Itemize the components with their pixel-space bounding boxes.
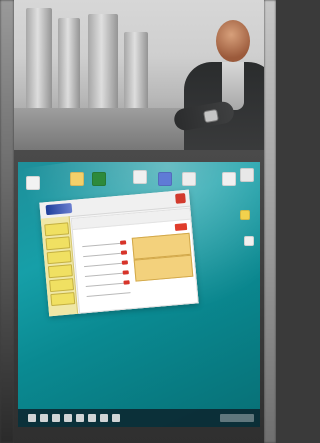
app-icon[interactable] xyxy=(112,414,120,422)
start-icon[interactable] xyxy=(28,414,36,422)
machine-column xyxy=(26,8,52,120)
search-icon[interactable] xyxy=(40,414,48,422)
menu-button[interactable] xyxy=(44,222,70,237)
indicator-dot xyxy=(119,240,127,245)
menu-button[interactable] xyxy=(45,236,71,251)
app-content xyxy=(70,207,199,314)
desktop-folder-icon[interactable] xyxy=(70,172,84,186)
wristwatch xyxy=(203,108,219,124)
indicator-dot xyxy=(122,270,129,275)
form-line xyxy=(86,292,131,297)
indicator-dot xyxy=(121,260,129,265)
machine-column xyxy=(88,14,118,118)
desktop-file-icon[interactable] xyxy=(244,236,254,246)
indicator-dot xyxy=(120,250,128,255)
app-window[interactable] xyxy=(39,189,199,317)
menu-button[interactable] xyxy=(46,250,72,265)
app-logo xyxy=(45,202,73,216)
person-head xyxy=(216,20,250,62)
machine-column xyxy=(58,18,80,114)
desktop-shortcut-icon[interactable] xyxy=(158,172,172,186)
desktop-app-icon[interactable] xyxy=(240,168,254,182)
task-view-icon[interactable] xyxy=(52,414,60,422)
desktop-file-icon[interactable] xyxy=(26,176,40,190)
left-blur-edge xyxy=(0,0,14,443)
indicator-dot xyxy=(123,280,130,285)
status-panel xyxy=(133,254,194,282)
desktop-text-icon[interactable] xyxy=(182,172,196,186)
desktop-app-icon[interactable] xyxy=(92,172,106,186)
laptop-screen xyxy=(18,162,260,427)
right-blur-edge xyxy=(264,0,276,443)
red-action-button[interactable] xyxy=(174,222,188,232)
machine-column xyxy=(124,32,148,112)
desktop-folder-icon[interactable] xyxy=(240,210,250,220)
menu-button[interactable] xyxy=(47,264,73,279)
taskbar xyxy=(18,409,260,427)
mail-icon[interactable] xyxy=(88,414,96,422)
system-tray[interactable] xyxy=(220,414,254,422)
file-explorer-icon[interactable] xyxy=(64,414,72,422)
person xyxy=(164,10,264,160)
desktop-app-icon[interactable] xyxy=(222,172,236,186)
menu-button[interactable] xyxy=(50,292,76,307)
photo-scene xyxy=(0,0,276,443)
close-button[interactable] xyxy=(175,193,186,204)
factory-background xyxy=(14,0,264,160)
store-icon[interactable] xyxy=(100,414,108,422)
browser-icon[interactable] xyxy=(76,414,84,422)
menu-button[interactable] xyxy=(49,278,75,293)
desktop-document-icon[interactable] xyxy=(133,170,147,184)
